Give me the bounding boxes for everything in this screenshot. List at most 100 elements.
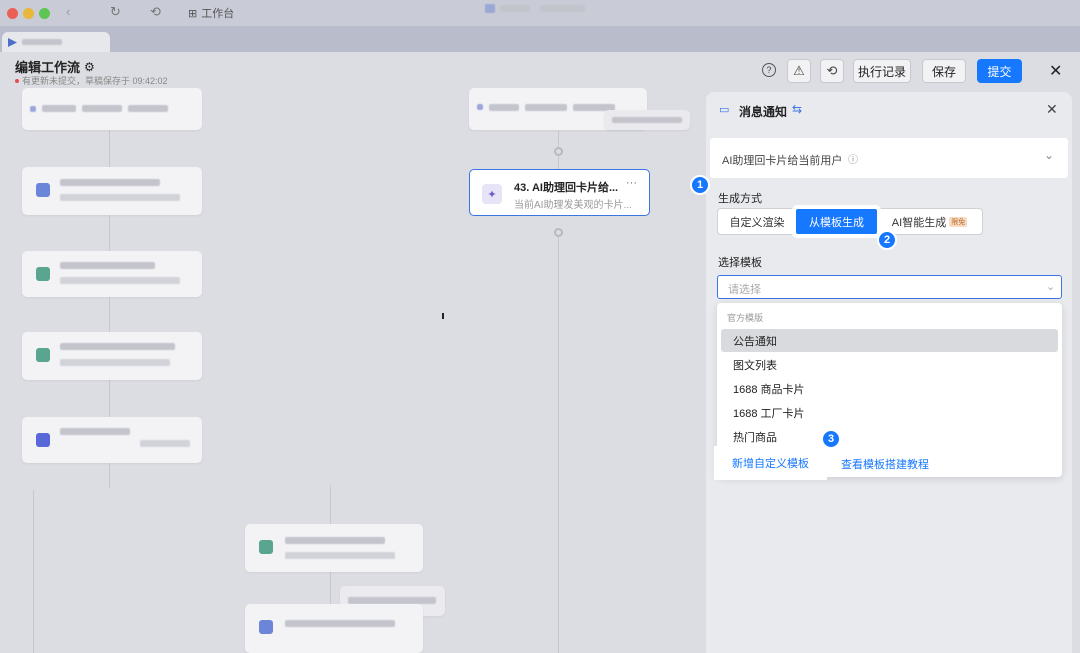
text-cursor (442, 313, 444, 319)
help-icon[interactable]: ? (762, 63, 776, 77)
node-title: 43. AI助理回卡片给... (514, 182, 619, 194)
close-icon[interactable]: ✕ (1046, 101, 1058, 118)
node-icon (30, 106, 36, 112)
blurred-node-desc (140, 440, 190, 447)
node-icon (36, 433, 50, 447)
workflow-node[interactable] (22, 417, 202, 463)
template-label: 选择模板 (718, 257, 762, 269)
blurred-node-title (285, 537, 385, 544)
flow-line (33, 490, 34, 653)
blurred-title (500, 5, 530, 12)
panel-title: 消息通知 (739, 105, 788, 119)
blurred-node-title (285, 620, 395, 627)
workflow-node[interactable] (22, 88, 202, 130)
blurred-node-title (60, 262, 155, 269)
history-icon[interactable]: ⟲ (820, 59, 844, 83)
dropdown-group-label: 官方模版 (727, 313, 764, 323)
blurred-node-title (60, 343, 175, 350)
mode-ai-generate[interactable]: AI智能生成 限免 (877, 209, 982, 234)
blurred-tab-title (22, 39, 62, 45)
more-icon[interactable]: ··· (626, 177, 637, 189)
blurred-app-icon (485, 4, 495, 13)
help-icon[interactable]: ⓘ (848, 151, 858, 166)
blurred-label (612, 117, 682, 123)
blurred-node-title (60, 179, 160, 186)
workbench-tab[interactable]: ⊞ 工作台 (188, 5, 234, 21)
workbench-label: 工作台 (201, 8, 235, 20)
step-badge-1: 1 (690, 175, 710, 195)
workflow-node[interactable] (245, 524, 423, 572)
generation-mode-segmented: 自定义渲染 从模板生成 AI智能生成 限免 (717, 208, 983, 235)
workflow-node[interactable] (22, 251, 202, 297)
browser-tab[interactable] (2, 32, 110, 52)
close-window-button[interactable] (7, 8, 18, 19)
blurred-node-desc (60, 277, 180, 284)
ai-card-icon: ✦ (482, 184, 502, 204)
tab-logo-icon (8, 38, 17, 47)
submit-button[interactable]: 提交 (977, 59, 1022, 83)
minimize-window-button[interactable] (23, 8, 34, 19)
free-tag: 限免 (949, 216, 968, 227)
settings-icon[interactable]: ⚙ (84, 60, 95, 74)
blurred-title (540, 5, 585, 12)
node-connector[interactable] (554, 147, 563, 156)
dropdown-footer: 新增自定义模板 查看模板搭建教程 (717, 449, 1062, 477)
template-tutorial-link[interactable]: 查看模板搭建教程 (841, 456, 929, 472)
flow-line (558, 237, 559, 653)
selected-workflow-node[interactable]: ✦ 43. AI助理回卡片给... 当前AI助理发美观的卡片... ··· (469, 169, 650, 216)
dropdown-option[interactable]: 1688 工厂卡片 (721, 401, 1058, 424)
node-icon (477, 104, 483, 110)
node-icon (36, 348, 50, 362)
message-icon: ▭ (719, 104, 730, 116)
node-icon (36, 183, 50, 197)
workflow-node[interactable] (22, 332, 202, 380)
dropdown-option[interactable]: 图文列表 (721, 353, 1058, 376)
blurred-node-desc (60, 359, 170, 366)
dropdown-option[interactable]: 1688 商品卡片 (721, 377, 1058, 400)
save-button[interactable]: 保存 (922, 59, 966, 83)
blurred-label (348, 597, 436, 604)
blurred-node-title (128, 105, 168, 112)
generation-mode-label: 生成方式 (718, 193, 762, 205)
mode-custom-render[interactable]: 自定义渲染 (718, 209, 796, 234)
workflow-node[interactable] (22, 167, 202, 215)
step-badge-3: 3 (821, 429, 841, 449)
add-custom-template-link[interactable]: 新增自定义模板 (717, 449, 824, 477)
close-icon[interactable]: ✕ (1049, 61, 1062, 81)
warning-icon[interactable]: ⚠ (787, 59, 811, 83)
swap-icon[interactable]: ⇆ (792, 102, 802, 116)
grid-icon: ⊞ (188, 7, 198, 20)
node-subtitle: 当前AI助理发美观的卡片... (514, 200, 632, 211)
chevron-down-icon: ⌄ (1046, 281, 1056, 293)
blurred-node-title (525, 104, 567, 111)
node-icon (36, 267, 50, 281)
blurred-node-title (82, 105, 122, 112)
draft-status: 有更新未提交，草稿保存于 09:42:02 (15, 74, 168, 87)
mode-from-template[interactable]: 从模板生成 (796, 209, 877, 234)
message-notification-panel: ▭ 消息通知 ⇆ ✕ AI助理回卡片给当前用户 ⓘ ⌄ 生成方式 自定义渲染 从… (706, 92, 1072, 653)
tab-strip (0, 26, 1080, 52)
panel-header: ▭ 消息通知 ⇆ ✕ (706, 92, 1072, 128)
template-placeholder: 请选择 (728, 284, 761, 296)
node-icon (259, 540, 273, 554)
node-connector[interactable] (554, 228, 563, 237)
blurred-node-title (489, 104, 519, 111)
dropdown-option[interactable]: 热门商品 (721, 425, 1058, 448)
refresh-icon[interactable]: ↻ (110, 4, 121, 20)
chevron-left-icon[interactable]: ‹ (66, 4, 70, 19)
history-icon[interactable]: ⟲ (150, 4, 161, 20)
step-badge-2: 2 (877, 230, 897, 250)
node-icon (259, 620, 273, 634)
workflow-node[interactable] (245, 604, 423, 653)
node-target-select[interactable]: AI助理回卡片给当前用户 ⓘ ⌄ (710, 138, 1068, 178)
template-select[interactable]: 请选择 ⌄ (717, 275, 1062, 299)
dropdown-option[interactable]: 公告通知 (721, 329, 1058, 352)
blurred-node-desc (60, 194, 180, 201)
blurred-node-title (42, 105, 76, 112)
draft-status-text: 有更新未提交，草稿保存于 09:42:02 (22, 76, 168, 86)
maximize-window-button[interactable] (39, 8, 50, 19)
run-log-button[interactable]: 执行记录 (853, 59, 911, 83)
template-dropdown: 官方模版 公告通知 图文列表 1688 商品卡片 1688 工厂卡片 热门商品 … (717, 303, 1062, 477)
window-titlebar: ‹ ↻ ⟲ ⊞ 工作台 (0, 0, 1080, 26)
unsaved-dot-icon (15, 78, 19, 83)
